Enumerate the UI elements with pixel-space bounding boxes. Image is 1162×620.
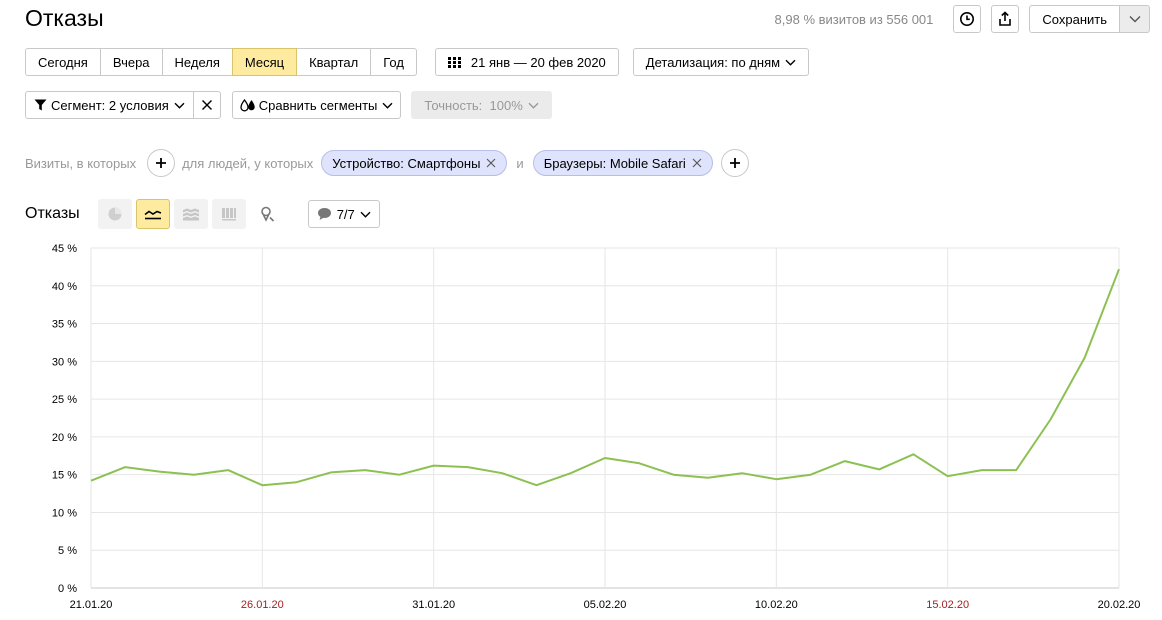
accuracy-dropdown[interactable]: Точность: 100% <box>411 91 552 119</box>
line-chart-icon <box>144 210 161 220</box>
visits-condition-text: Визиты, в которых <box>25 155 137 171</box>
chart-type-bar[interactable] <box>211 199 246 229</box>
segment-group: Сегмент: 2 условия <box>25 91 221 119</box>
area-chart-icon <box>182 208 199 221</box>
remove-chip-button[interactable] <box>692 158 702 168</box>
y-tick-label: 35 % <box>52 319 77 331</box>
save-button[interactable]: Сохранить <box>1029 5 1120 33</box>
add-visit-condition-button[interactable] <box>147 149 176 177</box>
notes-dropdown[interactable]: 7/7 <box>307 200 380 228</box>
segment-conditions: Визиты, в которых для людей, у которых У… <box>25 149 749 177</box>
y-tick-label: 40 % <box>52 281 77 293</box>
chart-grid <box>90 247 1120 589</box>
bounce-rate-chart: 0 % 5 % 10 % 15 % 20 % 25 % 30 % 35 % 40 % 45 % 2… <box>52 243 1141 611</box>
chart-type-pie[interactable] <box>97 199 132 229</box>
device-filter-chip[interactable]: Устройство: Смартфоны <box>321 150 508 176</box>
date-range-label: 21 янв — 20 фев 2020 <box>470 54 606 70</box>
page-title: Отказы <box>25 5 104 31</box>
chip-label: Устройство: Смартфоны <box>332 155 481 171</box>
compare-label: Сравнить сегменты <box>258 97 378 113</box>
x-tick-label: 21.01.20 <box>70 599 113 611</box>
chip-label: Браузеры: Mobile Safari <box>543 155 686 171</box>
browser-filter-chip[interactable]: Браузеры: Mobile Safari <box>532 150 713 176</box>
chart-type-area[interactable] <box>173 199 208 229</box>
calendar-grid-icon <box>447 56 461 68</box>
bar-chart-icon <box>221 208 236 221</box>
chevron-down-icon <box>528 102 539 109</box>
period-toolbar: Сегодня Вчера Неделя Месяц Квартал Год 2… <box>25 48 810 76</box>
segment-dropdown[interactable]: Сегмент: 2 условия <box>25 91 194 119</box>
x-axis-labels: 21.01.20 26.01.20 31.01.20 05.02.20 10.02.20… <box>70 599 1141 611</box>
and-text: и <box>516 155 524 171</box>
comment-icon <box>317 208 331 220</box>
chevron-down-icon <box>382 102 393 109</box>
y-tick-label: 45 % <box>52 243 77 255</box>
period-year[interactable]: Год <box>370 48 417 76</box>
detail-label: Детализация: по дням <box>645 54 781 70</box>
x-tick-label: 05.02.20 <box>584 599 627 611</box>
period-yesterday[interactable]: Вчера <box>99 48 163 76</box>
close-icon <box>201 100 212 110</box>
chevron-down-icon <box>174 102 185 109</box>
x-tick-label: 31.01.20 <box>412 599 455 611</box>
x-tick-label: 26.01.20 <box>241 599 284 611</box>
visits-info: 8,98 % визитов из 556 001 <box>774 11 934 27</box>
drops-icon <box>240 98 255 111</box>
y-tick-label: 15 % <box>52 470 77 482</box>
period-month[interactable]: Месяц <box>231 48 298 76</box>
header-actions: 8,98 % визитов из 556 001 Сохранить <box>775 5 1162 33</box>
period-selector: Сегодня Вчера Неделя Месяц Квартал Год <box>25 48 417 76</box>
close-icon <box>692 158 702 168</box>
chevron-down-icon <box>785 59 796 66</box>
chevron-down-icon <box>1129 16 1140 23</box>
share-icon <box>999 11 1012 26</box>
plus-icon <box>156 158 167 168</box>
date-range-button[interactable]: 21 янв — 20 фев 2020 <box>434 48 619 76</box>
x-tick-label: 10.02.20 <box>755 599 798 611</box>
plus-icon <box>729 158 740 168</box>
segment-toolbar: Сегмент: 2 условия Сравнить сегменты Точ… <box>25 91 552 119</box>
chart-toolbar: Отказы 7/7 <box>25 199 380 229</box>
y-tick-label: 25 % <box>52 394 77 406</box>
y-tick-label: 10 % <box>52 507 77 519</box>
compare-segments-button[interactable]: Сравнить сегменты <box>231 91 402 119</box>
chart-type-map[interactable] <box>250 199 284 229</box>
pie-chart-icon <box>108 207 122 221</box>
history-button[interactable] <box>953 5 982 33</box>
chart-type-line[interactable] <box>135 199 170 229</box>
people-condition-text: для людей, у которых <box>182 155 314 171</box>
period-quarter[interactable]: Квартал <box>296 48 372 76</box>
add-people-condition-button[interactable] <box>720 149 749 177</box>
save-menu-button[interactable] <box>1120 5 1150 33</box>
chevron-down-icon <box>360 211 371 218</box>
chart-title: Отказы <box>25 205 80 222</box>
period-week[interactable]: Неделя <box>161 48 233 76</box>
remove-chip-button[interactable] <box>486 158 496 168</box>
accuracy-label: Точность: 100% <box>424 97 523 113</box>
y-tick-label: 20 % <box>52 432 77 444</box>
notes-count: 7/7 <box>336 206 355 222</box>
save-group: Сохранить <box>1029 5 1150 33</box>
x-tick-label: 20.02.20 <box>1098 599 1141 611</box>
map-pin-icon <box>260 206 274 222</box>
close-icon <box>487 158 496 168</box>
segment-label: Сегмент: 2 условия <box>51 97 169 113</box>
export-button[interactable] <box>991 5 1020 33</box>
y-tick-label: 30 % <box>52 356 77 368</box>
clock-icon <box>960 12 975 26</box>
y-tick-label: 5 % <box>58 545 77 557</box>
detail-dropdown[interactable]: Детализация: по дням <box>632 48 810 76</box>
filter-icon <box>34 99 47 111</box>
period-today[interactable]: Сегодня <box>25 48 101 76</box>
segment-clear-button[interactable] <box>192 91 221 119</box>
y-axis-labels: 0 % 5 % 10 % 15 % 20 % 25 % 30 % 35 % 40 % 45 % <box>52 243 77 595</box>
x-tick-label: 15.02.20 <box>926 599 969 611</box>
y-tick-label: 0 % <box>58 583 77 595</box>
